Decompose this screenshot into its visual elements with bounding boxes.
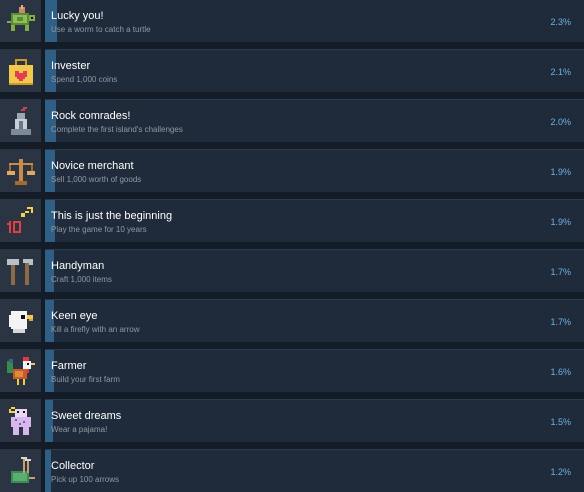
- tools-icon: [0, 249, 41, 292]
- unlock-percentage: 1.5%: [550, 417, 571, 427]
- unlock-percentage: 1.6%: [550, 367, 571, 377]
- turtle-icon: [0, 0, 41, 42]
- achievement-title: This is just the beginning: [51, 210, 173, 222]
- unlock-percentage: 2.0%: [550, 117, 571, 127]
- achievement-description: Spend 1,000 coins: [51, 75, 118, 84]
- rooster-icon: [0, 349, 41, 392]
- scales-icon: [0, 149, 41, 192]
- unlock-percentage: 1.9%: [550, 167, 571, 177]
- unlock-percentage: 1.9%: [550, 217, 571, 227]
- achievement-description: Build your first farm: [51, 375, 120, 384]
- achievement-bar: Invester Spend 1,000 coins 2.1%: [45, 49, 584, 92]
- pajama-icon: [0, 399, 41, 442]
- achievement-bar: Lucky you! Use a worm to catch a turtle …: [45, 0, 584, 42]
- coin-bag-icon: [0, 49, 41, 92]
- achievement-description: Pick up 100 arrows: [51, 475, 120, 484]
- achievement-description: Sell 1,000 worth of goods: [51, 175, 142, 184]
- achievement-description: Complete the first island's challenges: [51, 125, 183, 134]
- achievement-row[interactable]: Lucky you! Use a worm to catch a turtle …: [0, 0, 584, 42]
- achievement-title: Novice merchant: [51, 160, 134, 172]
- achievement-bar: Novice merchant Sell 1,000 worth of good…: [45, 149, 584, 192]
- achievement-row[interactable]: Rock comrades! Complete the first island…: [0, 99, 584, 142]
- achievement-row[interactable]: Collector Pick up 100 arrows 1.2%: [0, 449, 584, 492]
- achievement-title: Sweet dreams: [51, 410, 122, 422]
- achievement-title: Keen eye: [51, 310, 98, 322]
- achievement-description: Play the game for 10 years: [51, 225, 147, 234]
- achievement-bar: This is just the beginning Play the game…: [45, 199, 584, 242]
- achievement-row[interactable]: Novice merchant Sell 1,000 worth of good…: [0, 149, 584, 192]
- achievement-description: Wear a pajama!: [51, 425, 108, 434]
- eagle-icon: [0, 299, 41, 342]
- achievement-row[interactable]: Invester Spend 1,000 coins 2.1%: [0, 49, 584, 92]
- achievement-title: Lucky you!: [51, 10, 104, 22]
- achievement-title: Farmer: [51, 360, 87, 372]
- unlock-percentage: 2.3%: [550, 17, 571, 27]
- achievement-title: Handyman: [51, 260, 105, 272]
- unlock-percentage: 1.7%: [550, 317, 571, 327]
- achievement-bar: Keen eye Kill a firefly with an arrow 1.…: [45, 299, 584, 342]
- achievement-description: Craft 1,000 items: [51, 275, 112, 284]
- achievement-bar: Sweet dreams Wear a pajama! 1.5%: [45, 399, 584, 442]
- achievement-description: Use a worm to catch a turtle: [51, 25, 151, 34]
- unlock-percentage: 2.1%: [550, 67, 571, 77]
- achievement-list: Lucky you! Use a worm to catch a turtle …: [0, 0, 584, 492]
- achievement-bar: Handyman Craft 1,000 items 1.7%: [45, 249, 584, 292]
- ten-years-icon: [0, 199, 41, 242]
- achievement-title: Collector: [51, 460, 95, 472]
- unlock-percentage: 1.7%: [550, 267, 571, 277]
- achievement-row[interactable]: Farmer Build your first farm 1.6%: [0, 349, 584, 392]
- achievement-bar: Collector Pick up 100 arrows 1.2%: [45, 449, 584, 492]
- achievement-title: Invester: [51, 60, 91, 72]
- achievement-bar: Rock comrades! Complete the first island…: [45, 99, 584, 142]
- unlock-percentage: 1.2%: [550, 467, 571, 477]
- arrow-bundle-icon: [0, 449, 41, 492]
- achievement-row[interactable]: Handyman Craft 1,000 items 1.7%: [0, 249, 584, 292]
- achievement-bar: Farmer Build your first farm 1.6%: [45, 349, 584, 392]
- statue-icon: [0, 99, 41, 142]
- achievement-title: Rock comrades!: [51, 110, 131, 122]
- achievement-description: Kill a firefly with an arrow: [51, 325, 140, 334]
- achievement-row[interactable]: Keen eye Kill a firefly with an arrow 1.…: [0, 299, 584, 342]
- achievement-row[interactable]: Sweet dreams Wear a pajama! 1.5%: [0, 399, 584, 442]
- achievement-row[interactable]: This is just the beginning Play the game…: [0, 199, 584, 242]
